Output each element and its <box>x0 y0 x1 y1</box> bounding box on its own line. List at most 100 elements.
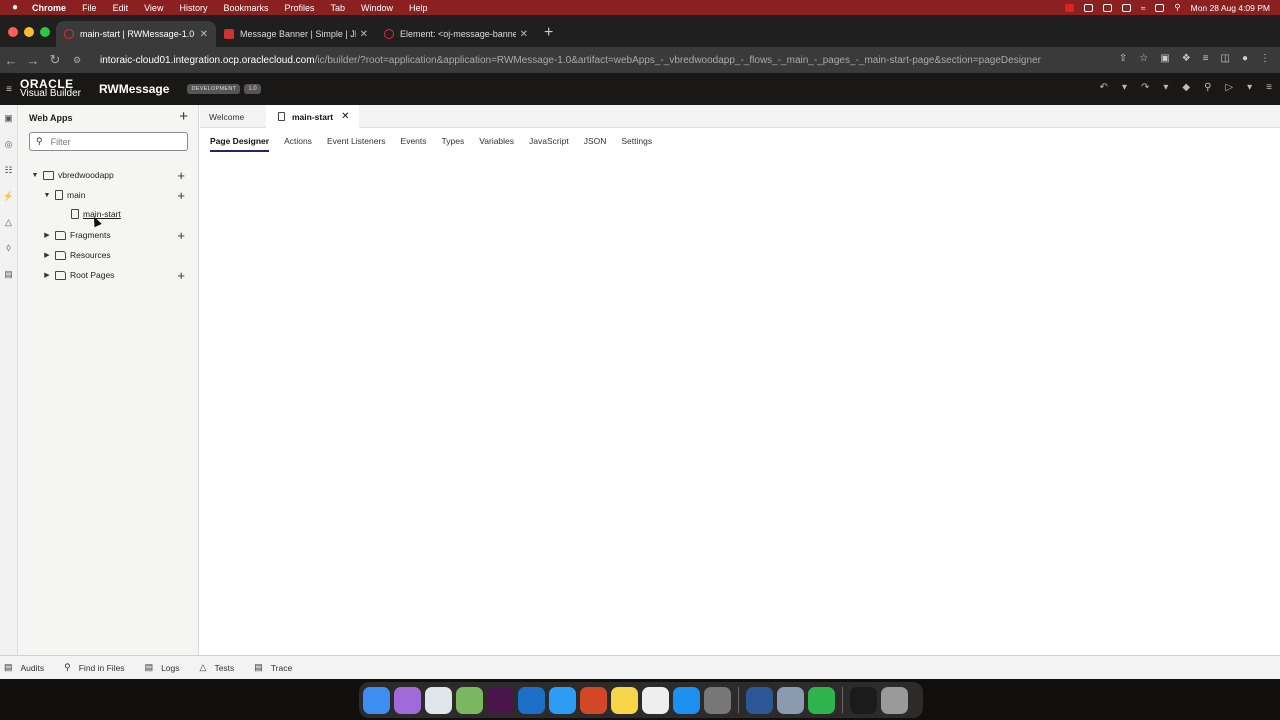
puzzle-icon[interactable]: ❖ <box>1182 53 1191 64</box>
find-in-files-button[interactable]: ⚲ Find in Files <box>64 662 124 673</box>
forward-icon[interactable]: → <box>22 53 44 68</box>
tree-item-resources[interactable]: ▶ Resources <box>18 246 199 264</box>
status-icon[interactable] <box>1083 3 1093 12</box>
bookmark-star-icon[interactable]: ☆ <box>1139 53 1148 64</box>
reading-list-icon[interactable]: ≡ <box>1203 53 1209 64</box>
services-icon[interactable]: ◎ <box>0 131 17 157</box>
bell-icon[interactable] <box>1121 3 1131 12</box>
browser-tab-main-start[interactable]: main-start | RWMessage-1.0 | ✕ <box>56 21 216 47</box>
new-tab-icon[interactable]: + <box>544 21 553 47</box>
browser-tab-message-banner[interactable]: Message Banner | Simple | JET ✕ <box>216 21 376 47</box>
subtab-actions[interactable]: Actions <box>284 128 312 154</box>
trash-icon[interactable] <box>881 686 908 714</box>
extension-icon[interactable]: ▣ <box>1160 53 1169 64</box>
tab-welcome[interactable]: Welcome <box>200 105 266 128</box>
tree-item-page[interactable]: main-start <box>18 205 199 223</box>
add-fragment-button[interactable]: + <box>177 228 185 243</box>
menu-window[interactable]: Window <box>361 3 393 13</box>
layouts-icon[interactable]: ◊ <box>0 235 17 261</box>
tab-main-start[interactable]: main-start ✕ <box>266 105 360 128</box>
redo-menu-icon[interactable]: ▾ <box>1163 82 1168 93</box>
preview-icon[interactable] <box>777 686 804 714</box>
sidepanel-icon[interactable]: ◫ <box>1221 53 1230 64</box>
menu-bookmarks[interactable]: Bookmarks <box>223 3 268 13</box>
facetime-icon[interactable] <box>808 686 835 714</box>
source-icon[interactable]: ▤ <box>0 261 17 287</box>
add-flow-button[interactable]: + <box>177 168 185 183</box>
datetime[interactable]: Mon 28 Aug 4:09 PM <box>1191 3 1270 13</box>
add-web-app-button[interactable]: + <box>179 108 188 125</box>
menu-chrome[interactable]: Chrome <box>32 3 66 13</box>
browser-tab-element[interactable]: Element: <oj-message-banner ✕ <box>376 21 536 47</box>
audits-button[interactable]: ▤ Audits <box>4 662 44 673</box>
apple-icon[interactable]: ● <box>12 2 18 13</box>
expand-right-icon[interactable]: ▶ <box>42 231 52 239</box>
expand-down-icon[interactable]: ▼ <box>30 172 40 179</box>
tree-item-fragments[interactable]: ▶ Fragments + <box>18 226 199 244</box>
app-store-icon[interactable] <box>673 686 700 714</box>
cloud-icon[interactable] <box>1102 3 1112 12</box>
finder-icon[interactable] <box>363 686 390 714</box>
launchpad-icon[interactable] <box>394 686 421 714</box>
word-icon[interactable] <box>746 686 773 714</box>
subtab-events[interactable]: Events <box>401 128 427 154</box>
web-apps-icon[interactable]: ▣ <box>0 105 17 131</box>
app-name[interactable]: RWMessage <box>99 82 169 96</box>
business-objects-icon[interactable]: ☷ <box>0 157 17 183</box>
outlook-icon[interactable] <box>518 686 545 714</box>
close-tab-icon[interactable]: ✕ <box>360 29 368 40</box>
terminal-icon[interactable] <box>850 686 877 714</box>
subtab-page-designer[interactable]: Page Designer <box>210 128 270 154</box>
close-window-icon[interactable] <box>8 27 18 37</box>
filter-input[interactable] <box>50 136 171 147</box>
battery-icon[interactable] <box>1155 3 1165 12</box>
subtab-types[interactable]: Types <box>442 128 465 154</box>
git-icon[interactable]: ◆ <box>1182 82 1190 93</box>
search-icon[interactable]: ⚲ <box>1174 2 1180 13</box>
tree-item-flow[interactable]: ▼ main + <box>18 186 199 204</box>
run-menu-icon[interactable]: ▾ <box>1247 82 1252 93</box>
tree-item-root-pages[interactable]: ▶ Root Pages + <box>18 266 199 284</box>
notes-icon[interactable] <box>611 686 638 714</box>
menu-profiles[interactable]: Profiles <box>284 3 314 13</box>
subtab-settings[interactable]: Settings <box>621 128 652 154</box>
minimize-window-icon[interactable] <box>24 27 34 37</box>
close-tab-icon[interactable]: ✕ <box>341 111 349 122</box>
tree-item-app[interactable]: ▼ vbredwoodapp + <box>18 166 199 184</box>
url-field[interactable]: intoraic-cloud01.integration.ocp.oraclec… <box>100 55 1041 66</box>
subtab-javascript[interactable]: JavaScript <box>529 128 569 154</box>
share-icon[interactable]: ⇧ <box>1119 53 1127 64</box>
menu-help[interactable]: Help <box>409 3 428 13</box>
expand-right-icon[interactable]: ▶ <box>42 271 52 279</box>
processes-icon[interactable]: ⚡ <box>0 183 17 209</box>
redo-icon[interactable]: ↷ <box>1141 82 1149 93</box>
menu-icon[interactable]: ≡ <box>1266 82 1272 93</box>
subtab-event-listeners[interactable]: Event Listeners <box>327 128 386 154</box>
close-tab-icon[interactable]: ✕ <box>520 29 528 40</box>
filter-box[interactable]: ⚲ <box>29 132 188 151</box>
stocks-icon[interactable] <box>642 686 669 714</box>
search-icon[interactable]: ⚲ <box>1204 82 1211 93</box>
menu-history[interactable]: History <box>179 3 207 13</box>
wifi-icon[interactable]: ≈ <box>1141 3 1146 13</box>
logs-button[interactable]: ▤ Logs <box>145 662 180 673</box>
back-icon[interactable]: ← <box>0 53 22 68</box>
undo-icon[interactable]: ↶ <box>1100 82 1108 93</box>
menu-edit[interactable]: Edit <box>113 3 129 13</box>
components-icon[interactable]: △ <box>0 209 17 235</box>
subtab-variables[interactable]: Variables <box>479 128 514 154</box>
slack-icon[interactable] <box>487 686 514 714</box>
chrome-icon[interactable] <box>425 686 452 714</box>
run-icon[interactable]: ▷ <box>1225 82 1233 93</box>
undo-menu-icon[interactable]: ▾ <box>1122 82 1127 93</box>
zoom-window-icon[interactable] <box>40 27 50 37</box>
add-root-page-button[interactable]: + <box>177 268 185 283</box>
safari-icon[interactable] <box>549 686 576 714</box>
tests-button[interactable]: △ Tests <box>200 662 235 673</box>
profile-icon[interactable]: ● <box>1242 53 1248 64</box>
expand-right-icon[interactable]: ▶ <box>42 251 52 259</box>
record-icon[interactable] <box>1064 3 1074 12</box>
menu-view[interactable]: View <box>144 3 163 13</box>
settings-icon[interactable] <box>704 686 731 714</box>
app-icon[interactable] <box>456 686 483 714</box>
